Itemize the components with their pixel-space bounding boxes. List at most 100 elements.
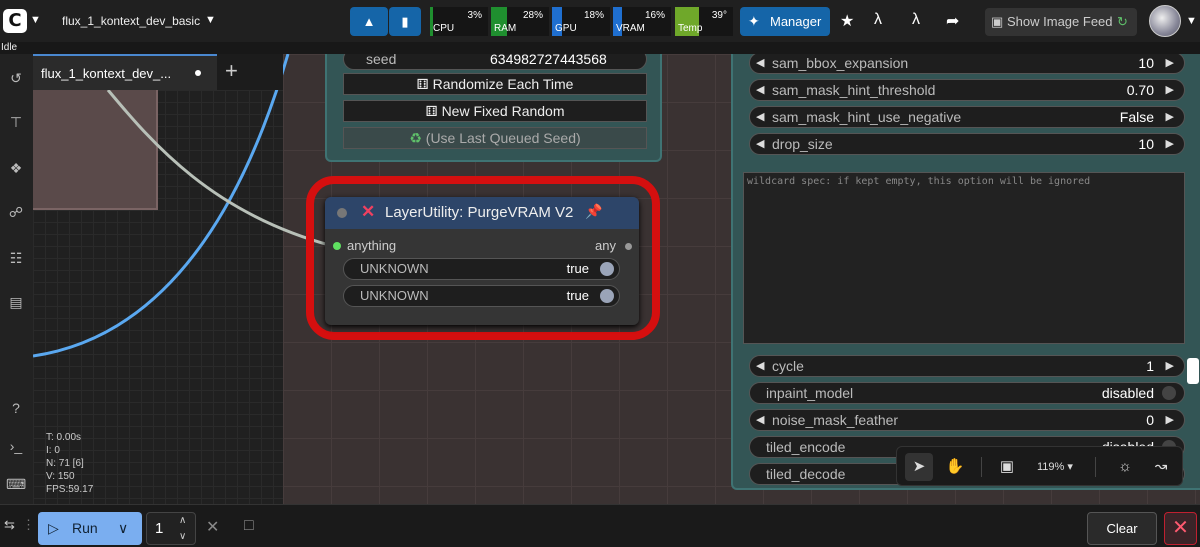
bottom-bar: ⇆ ⋮ ▷ Run ∨ 1 ∧ ∨ ✕ □ Clear ✕ [0, 504, 1200, 547]
vram-label: VRAM [616, 23, 645, 34]
sitemap-icon[interactable]: ☷ [6, 248, 26, 268]
chevron-down-icon[interactable]: ∨ [179, 521, 186, 547]
chevron-down-icon[interactable]: ▼ [205, 14, 216, 26]
purge-vram-node[interactable]: ✕ LayerUtility: PurgeVRAM V2 📌 anything … [325, 197, 639, 325]
workflows-icon[interactable]: ☍ [6, 202, 26, 222]
node-library-icon[interactable]: ⊤ [6, 112, 26, 132]
new-fixed-random-button[interactable]: ⚅ New Fixed Random [343, 100, 647, 122]
widget-label: cycle [772, 358, 804, 374]
randomize-each-time-button[interactable]: ⚅ Randomize Each Time [343, 73, 647, 95]
sam-mask-hint-use-negative-widget[interactable]: ◀ sam_mask_hint_use_negative False ▶ [749, 106, 1185, 128]
toggle-knob[interactable] [600, 289, 614, 303]
app-logo[interactable]: C [3, 9, 27, 33]
close-icon[interactable]: ✕ [1164, 512, 1197, 545]
side-handle-icons[interactable] [1187, 358, 1199, 384]
toggle-widget[interactable]: UNKNOWN true [343, 285, 620, 307]
terminal-icon[interactable]: ›_ [6, 436, 26, 456]
cycle-widget[interactable]: ◀ cycle 1 ▶ [749, 355, 1185, 377]
seed-widget[interactable]: seed 634982727443568 [343, 54, 647, 70]
widget-label: sam_mask_hint_use_negative [772, 109, 962, 125]
widget-label: tiled_decode [766, 466, 846, 482]
drop-size-widget[interactable]: ◀ drop_size 10 ▶ [749, 133, 1185, 155]
sam-mask-hint-threshold-widget[interactable]: ◀ sam_mask_hint_threshold 0.70 ▶ [749, 79, 1185, 101]
top-bar: C ▼ flux_1_kontext_dev_basic ▼ ▲ ▮ 3% CP… [0, 0, 1200, 42]
dice-icon: ⚅ [425, 103, 442, 119]
avatar[interactable] [1149, 5, 1181, 37]
arrow-left-icon[interactable]: ◀ [756, 410, 764, 430]
input-slot[interactable] [333, 242, 341, 250]
toggle-label: UNKNOWN [360, 288, 429, 303]
workflow-tabbar: flux_1_kontext_dev_... + [33, 54, 283, 90]
model-library-icon[interactable]: ❖ [6, 158, 26, 178]
workflow-name[interactable]: flux_1_kontext_dev_basic [62, 14, 200, 28]
cancel-icon[interactable]: ✕ [206, 517, 219, 537]
arrow-right-icon[interactable]: ▶ [1166, 107, 1174, 127]
arrow-right-icon[interactable]: ▶ [1166, 134, 1174, 154]
chevron-down-icon[interactable]: ▼ [1186, 15, 1197, 27]
manager-button[interactable]: ✦ Manager [740, 7, 830, 36]
collapse-dot[interactable] [337, 208, 347, 218]
hand-icon[interactable]: ✋ [941, 453, 969, 481]
sam-bbox-expansion-widget[interactable]: ◀ sam_bbox_expansion 10 ▶ [749, 54, 1185, 74]
run-label: Run [72, 520, 98, 536]
plus-icon[interactable]: + [225, 58, 238, 84]
detailer-node[interactable]: ◀ sam_bbox_expansion 10 ▶ ◀ sam_mask_hin… [731, 54, 1200, 490]
tab-workflow[interactable]: flux_1_kontext_dev_... [33, 54, 217, 90]
toggle-value: true [566, 288, 589, 303]
wildcard-textarea[interactable]: wildcard spec: if kept empty, this optio… [743, 172, 1185, 344]
swap-icon[interactable]: ⇆ [4, 517, 15, 533]
node-title: LayerUtility: PurgeVRAM V2 [385, 204, 574, 221]
clear-button[interactable]: Clear [1087, 512, 1157, 545]
drag-handle-icon[interactable]: ⋮ [22, 517, 35, 533]
randomize-label: Randomize Each Time [432, 76, 574, 92]
queue-count-stepper[interactable]: 1 ∧ ∨ [146, 512, 196, 545]
chevron-down-icon[interactable]: ▼ [30, 14, 41, 26]
help-icon[interactable]: ? [6, 398, 26, 418]
arrow-left-icon[interactable]: ◀ [756, 54, 764, 73]
select-cursor-icon[interactable]: ➤ [905, 453, 933, 481]
hide-links-icon[interactable]: ↝ [1147, 453, 1175, 481]
use-last-queued-seed-button[interactable]: ♻ (Use Last Queued Seed) [343, 127, 647, 149]
templates-icon[interactable]: ▤ [6, 292, 26, 312]
arrow-left-icon[interactable]: ◀ [756, 356, 764, 376]
arrow-left-icon[interactable]: ◀ [756, 80, 764, 100]
arrow-right-icon[interactable]: ▶ [1166, 356, 1174, 376]
stat-t: T: 0.00s [46, 432, 82, 443]
seed-node[interactable]: seed 634982727443568 ⚅ Randomize Each Ti… [325, 54, 662, 162]
chevron-down-icon[interactable]: ∨ [118, 512, 128, 545]
zoom-level[interactable]: 119% ▾ [1037, 460, 1073, 473]
lambda-icon[interactable]: λ [874, 11, 882, 29]
queue-icon[interactable]: ▲ [350, 7, 388, 36]
history-icon[interactable]: ↺ [6, 68, 26, 88]
toggle-knob[interactable] [1162, 386, 1176, 400]
cross-icon: ✕ [361, 202, 376, 221]
bookmark-icon[interactable]: ▮ [389, 7, 421, 36]
keyboard-icon[interactable]: ⌨ [6, 474, 26, 494]
graph-canvas[interactable]: flux_1_kontext_dev_... + T: 0.00s I: 0 N… [33, 54, 1200, 504]
inpaint-model-widget[interactable]: inpaint_model disabled [749, 382, 1185, 404]
arrow-left-icon[interactable]: ◀ [756, 134, 764, 154]
toggle-knob[interactable] [600, 262, 614, 276]
arrow-left-icon[interactable]: ◀ [756, 107, 764, 127]
dice-icon: ⚅ [416, 76, 433, 92]
output-slot[interactable] [625, 243, 632, 250]
noise-mask-feather-widget[interactable]: ◀ noise_mask_feather 0 ▶ [749, 409, 1185, 431]
node-header[interactable]: ✕ LayerUtility: PurgeVRAM V2 📌 [325, 197, 639, 229]
star-icon[interactable]: ★ [840, 11, 854, 31]
fit-view-icon[interactable]: ▣ [993, 453, 1021, 481]
stop-icon[interactable]: □ [244, 517, 254, 535]
last-queued-label: (Use Last Queued Seed) [425, 130, 581, 146]
run-button[interactable]: ▷ Run ∨ [38, 512, 142, 545]
pin-icon: 📌 [585, 203, 603, 219]
share-icon[interactable]: ➦ [946, 11, 959, 31]
arrow-right-icon[interactable]: ▶ [1166, 410, 1174, 430]
arrow-right-icon[interactable]: ▶ [1166, 80, 1174, 100]
lambda-alt-icon[interactable]: λ [912, 11, 920, 29]
arrow-right-icon[interactable]: ▶ [1166, 54, 1174, 73]
lightbulb-icon[interactable]: ☼ [1111, 453, 1139, 481]
ram-value: 28% [522, 10, 543, 21]
gpu-stat: 18% GPU [552, 7, 610, 36]
widget-value: disabled [1101, 385, 1154, 401]
toggle-widget[interactable]: UNKNOWN true [343, 258, 620, 280]
show-image-feed-button[interactable]: ▣ Show Image Feed ↻ [985, 8, 1137, 36]
